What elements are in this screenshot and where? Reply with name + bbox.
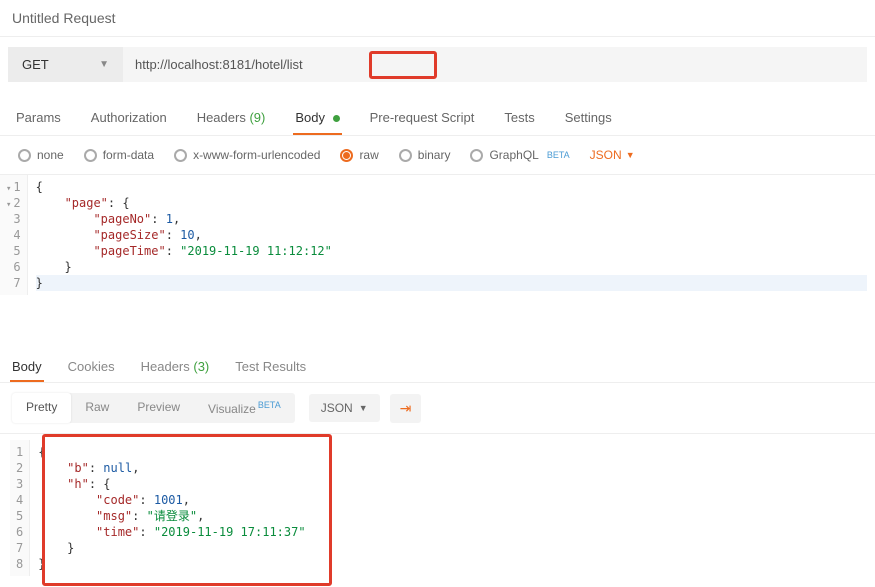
request-body-editor[interactable]: ▾1 ▾2 3 4 5 6 7 { "page": { "pageNo": 1,… [0,175,875,295]
response-tab-cookies[interactable]: Cookies [66,353,117,382]
radio-icon [470,149,483,162]
radio-binary[interactable]: binary [399,148,451,162]
tab-headers[interactable]: Headers (9) [195,102,268,135]
radio-icon [84,149,97,162]
radio-icon [340,149,353,162]
request-tabs: Params Authorization Headers (9) Body Pr… [0,92,875,136]
wrap-lines-button[interactable]: ⇥ [390,394,422,423]
http-method-select[interactable]: GET ▼ [8,47,123,82]
view-raw[interactable]: Raw [71,393,123,423]
url-input[interactable] [123,47,867,82]
modified-dot-icon [333,115,340,122]
radio-graphql[interactable]: GraphQLBETA [470,148,569,162]
response-tabs: Body Cookies Headers (3) Test Results [0,345,875,383]
http-method-value: GET [22,57,49,72]
code-content: { "b": null, "h": { "code": 1001, "msg":… [30,440,865,576]
request-title: Untitled Request [0,0,875,37]
response-format-select[interactable]: JSON ▼ [309,394,380,422]
view-mode-tabs: Pretty Raw Preview VisualizeBETA [12,393,295,423]
line-gutter: 1 2 3 4 5 6 7 8 [10,440,30,576]
tab-authorization[interactable]: Authorization [89,102,169,135]
response-tab-headers[interactable]: Headers (3) [139,353,212,382]
response-tab-body[interactable]: Body [10,353,44,382]
radio-icon [18,149,31,162]
line-gutter: ▾1 ▾2 3 4 5 6 7 [0,175,28,295]
response-tab-results[interactable]: Test Results [233,353,308,382]
tab-tests[interactable]: Tests [502,102,536,135]
radio-urlencoded[interactable]: x-www-form-urlencoded [174,148,320,162]
chevron-down-icon: ▼ [626,150,635,160]
chevron-down-icon: ▼ [99,59,109,70]
request-url-row: GET ▼ [0,37,875,92]
body-type-row: none form-data x-www-form-urlencoded raw… [0,136,875,175]
radio-icon [174,149,187,162]
wrap-icon: ⇥ [400,400,412,416]
chevron-down-icon: ▼ [359,403,368,413]
code-content[interactable]: { "page": { "pageNo": 1, "pageSize": 10,… [28,175,875,295]
response-body-viewer[interactable]: 1 2 3 4 5 6 7 8 { "b": null, "h": { "cod… [10,440,865,576]
view-pretty[interactable]: Pretty [12,393,71,423]
radio-raw[interactable]: raw [340,148,378,162]
radio-none[interactable]: none [18,148,64,162]
tab-prerequest[interactable]: Pre-request Script [368,102,477,135]
tab-settings[interactable]: Settings [563,102,614,135]
content-type-select[interactable]: JSON ▼ [590,148,635,162]
tab-params[interactable]: Params [14,102,63,135]
view-mode-row: Pretty Raw Preview VisualizeBETA JSON ▼ … [0,383,875,434]
radio-formdata[interactable]: form-data [84,148,154,162]
view-visualize[interactable]: VisualizeBETA [194,393,295,423]
tab-body[interactable]: Body [293,102,341,135]
view-preview[interactable]: Preview [123,393,194,423]
radio-icon [399,149,412,162]
